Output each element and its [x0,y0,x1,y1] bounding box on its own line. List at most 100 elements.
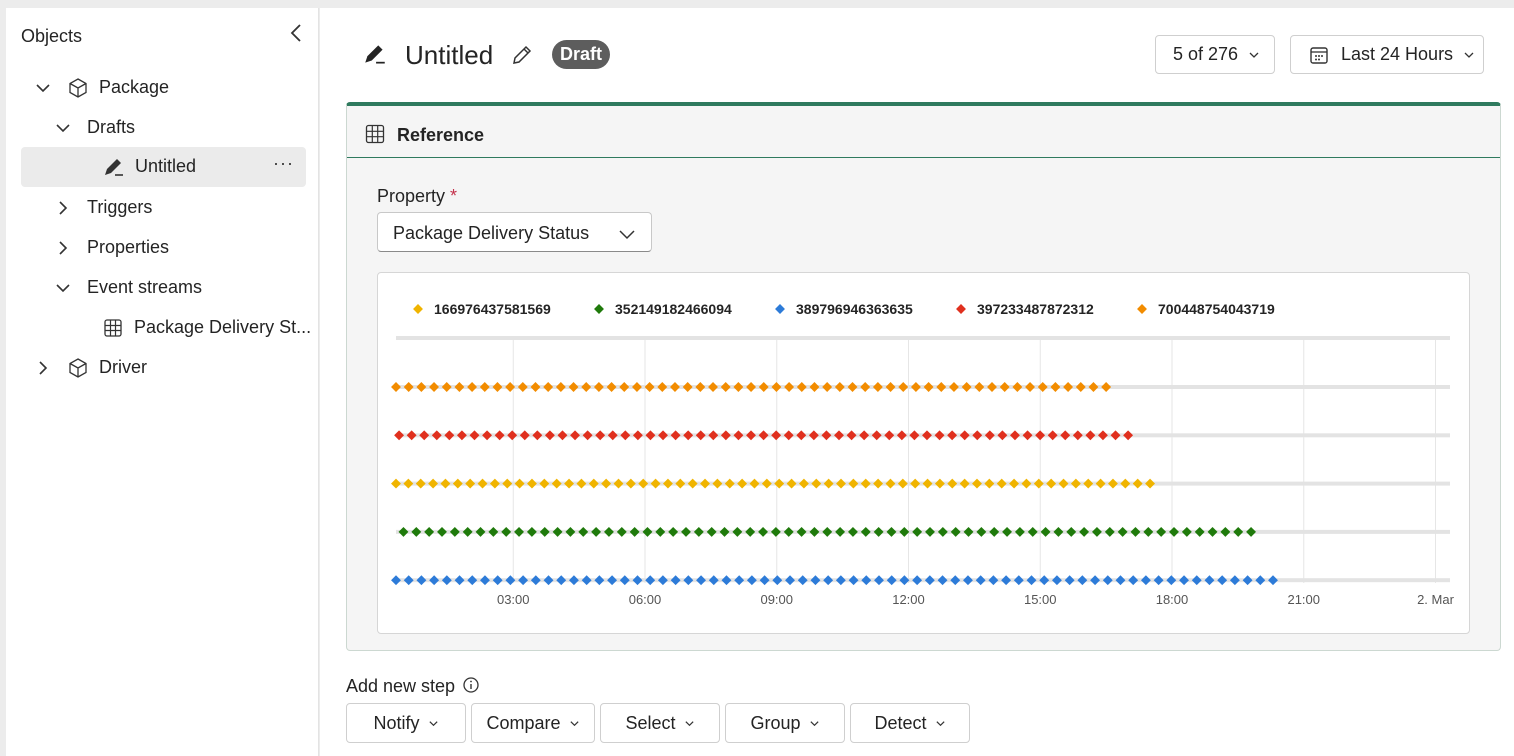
compare-button[interactable]: Compare [471,703,595,743]
data-point [670,575,681,586]
tree-item-event-streams[interactable]: Event streams [6,268,319,308]
data-point [568,575,579,586]
data-point [987,382,997,392]
data-point [632,430,643,441]
data-point [809,526,820,537]
status-badge: Draft [552,40,611,69]
group-button[interactable]: Group [725,703,845,743]
data-point [1095,478,1106,489]
data-point [720,382,731,392]
data-point [934,478,945,489]
select-button[interactable]: Select [600,703,720,743]
collapse-sidebar-icon[interactable] [286,22,308,44]
card-title: Reference [397,125,485,145]
notify-button[interactable]: Notify [346,703,466,743]
data-point [950,575,961,586]
data-point [719,526,730,537]
data-point [394,430,405,441]
chevron-down-icon [684,720,694,726]
chevron-right-icon[interactable] [34,359,52,377]
data-point [1153,575,1164,586]
data-point [620,430,631,441]
data-point [961,382,972,392]
data-point [645,430,656,441]
data-point [1027,526,1038,537]
pager-dropdown[interactable]: 5 of 276 [1155,35,1275,74]
data-point [576,478,587,489]
data-point [1102,575,1113,586]
tree-item-drafts[interactable]: Drafts [6,108,319,148]
data-point [733,430,744,441]
tree-item-label: Drafts [87,117,136,137]
tree-item-untitled[interactable]: Untitled ··· [21,147,306,187]
data-point [1098,430,1108,441]
data-point [570,430,580,441]
tree-item-triggers[interactable]: Triggers [6,188,319,228]
series-lane [396,578,1450,583]
data-point [501,526,512,537]
data-point [657,382,668,392]
data-point [565,526,576,537]
data-point [1014,526,1025,537]
data-point [1075,382,1086,392]
data-point [758,526,768,537]
data-point [989,526,1000,537]
step-button-label: Detect [874,712,927,733]
detect-button[interactable]: Detect [850,703,970,743]
x-tick-label: 09:00 [760,592,793,607]
tree-item-package[interactable]: Package [6,68,319,108]
data-point [507,430,518,441]
edit-draft-icon [365,45,385,64]
data-point [937,526,948,537]
page-title: Untitled [405,40,494,70]
data-point [771,382,782,392]
data-point [416,575,427,586]
data-point [1046,478,1057,489]
data-point [452,478,463,489]
data-point [556,575,567,586]
data-point [1050,382,1061,392]
chevron-right-icon[interactable] [54,239,72,257]
data-point [492,382,503,392]
tree-item-package-delivery-stream[interactable]: Package Delivery St... [6,308,319,348]
data-point [759,575,770,586]
card-header: Reference [347,106,1500,158]
chevron-right-icon[interactable] [54,199,72,217]
data-point [1242,575,1253,586]
chevron-down-icon[interactable] [54,279,72,297]
data-point [1255,575,1266,586]
data-point [1092,526,1102,537]
data-point [1090,575,1101,586]
data-point [771,430,782,441]
more-options-icon[interactable]: ··· [273,153,294,174]
data-point [810,575,821,586]
step-button-label: Select [625,712,676,733]
data-point [847,526,858,537]
data-point [947,430,958,441]
chevron-down-icon[interactable] [34,79,52,97]
data-point [899,526,910,537]
chevron-down-icon[interactable] [54,119,72,137]
data-point [670,430,681,441]
data-point [1021,478,1032,489]
data-point [1009,478,1020,489]
data-point [836,478,846,489]
data-point [530,382,541,392]
data-point [835,526,846,537]
tree-item-driver[interactable]: Driver [6,348,319,388]
data-point [874,575,884,586]
rename-pencil-icon[interactable] [510,43,534,67]
data-point [1013,575,1024,586]
time-range-dropdown[interactable]: Last 24 Hours [1290,35,1484,74]
data-point [655,526,666,537]
data-point [1040,526,1051,537]
tree-item-properties[interactable]: Properties [6,228,319,268]
chevron-down-icon [1464,52,1474,58]
data-point [539,526,550,537]
data-point [696,575,706,586]
data-point [551,478,562,489]
property-select[interactable]: Package Delivery Status [377,212,652,252]
info-icon[interactable] [462,676,480,694]
data-point [564,478,575,489]
data-point [645,575,656,586]
